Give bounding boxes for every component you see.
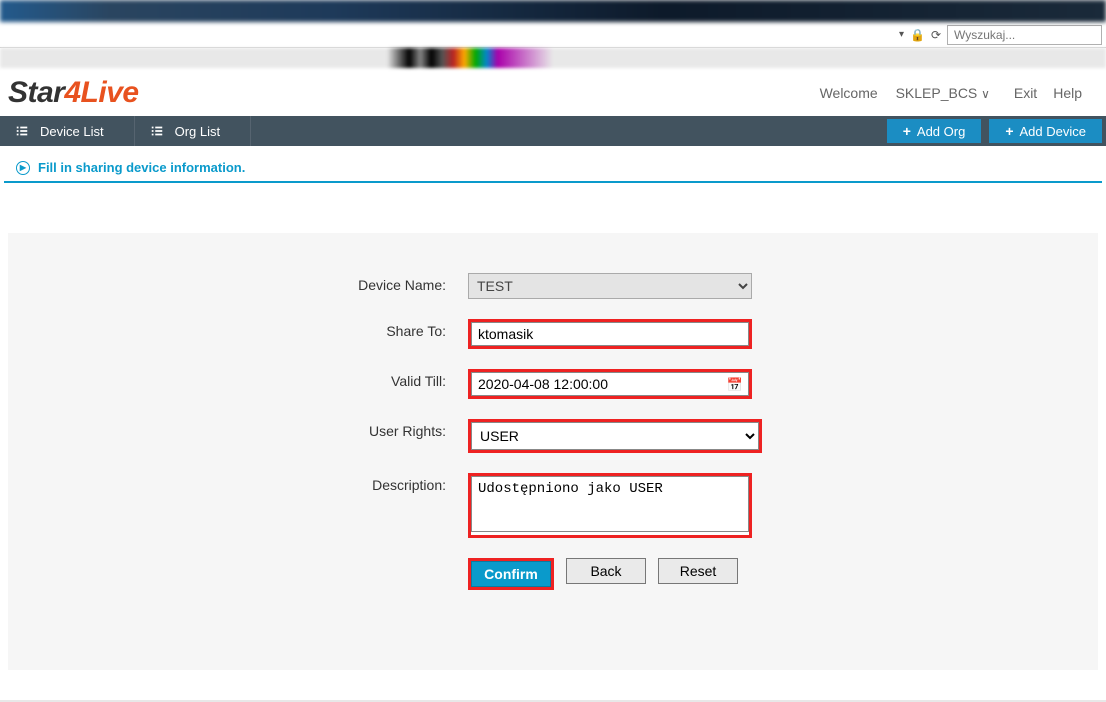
help-link[interactable]: Help xyxy=(1047,85,1088,101)
reload-icon[interactable]: ⟳ xyxy=(931,28,941,42)
share-to-label: Share To: xyxy=(8,319,468,339)
add-org-button[interactable]: + Add Org xyxy=(887,119,982,143)
reset-button[interactable]: Reset xyxy=(658,558,738,584)
tab-device-list-label: Device List xyxy=(40,124,104,139)
valid-till-label: Valid Till: xyxy=(8,369,468,389)
username-text: SKLEP_BCS xyxy=(896,85,978,101)
valid-till-input[interactable] xyxy=(471,372,749,396)
list-icon xyxy=(14,123,30,139)
lock-icon: 🔒 xyxy=(910,28,925,42)
navbar: Device List Org List + Add Org + Add Dev… xyxy=(0,116,1106,146)
exit-link[interactable]: Exit xyxy=(1008,85,1043,101)
tab-device-list[interactable]: Device List xyxy=(0,116,135,146)
logo-text-1: Star xyxy=(8,76,64,109)
chevron-down-icon: ∨ xyxy=(981,87,990,101)
add-org-label: Add Org xyxy=(917,124,965,139)
add-device-button[interactable]: + Add Device xyxy=(989,119,1102,143)
confirm-button[interactable]: Confirm xyxy=(471,561,551,587)
tab-org-list-label: Org List xyxy=(175,124,221,139)
form: Device Name: TEST Share To: Valid Till: xyxy=(8,233,1098,670)
play-icon: ▶ xyxy=(16,161,30,175)
user-rights-label: User Rights: xyxy=(8,419,468,439)
browser-tabstrip-blur xyxy=(0,0,1106,22)
section-title: ▶ Fill in sharing device information. xyxy=(4,160,1102,183)
device-name-select[interactable]: TEST xyxy=(468,273,752,299)
back-button[interactable]: Back xyxy=(566,558,646,584)
description-textarea[interactable]: Udostępniono jako USER xyxy=(471,476,749,532)
section-title-text: Fill in sharing device information. xyxy=(38,160,245,175)
description-label: Description: xyxy=(8,473,468,493)
add-device-label: Add Device xyxy=(1020,124,1086,139)
calendar-icon[interactable]: 📅 xyxy=(727,377,743,393)
bookmark-bar-blur xyxy=(0,48,1106,68)
username-dropdown[interactable]: SKLEP_BCS ∨ xyxy=(890,85,996,101)
logo: Star4Live xyxy=(8,76,139,110)
list-icon xyxy=(149,123,165,139)
welcome-label: Welcome xyxy=(820,85,878,101)
browser-toolbar: ▾ 🔒 ⟳ xyxy=(0,22,1106,48)
dropdown-icon[interactable]: ▾ xyxy=(899,29,904,40)
share-to-input[interactable] xyxy=(471,322,749,346)
logo-text-2: 4Live xyxy=(64,76,138,109)
plus-icon: + xyxy=(903,123,911,139)
header-right: Welcome SKLEP_BCS ∨ Exit Help xyxy=(820,85,1088,101)
browser-search-input[interactable] xyxy=(947,25,1102,45)
device-name-label: Device Name: xyxy=(8,273,468,293)
content: ▶ Fill in sharing device information. De… xyxy=(0,146,1106,702)
page-header: Star4Live Welcome SKLEP_BCS ∨ Exit Help xyxy=(0,68,1106,116)
user-rights-select[interactable]: USER xyxy=(471,422,759,450)
plus-icon: + xyxy=(1005,123,1013,139)
tab-org-list[interactable]: Org List xyxy=(135,116,252,146)
